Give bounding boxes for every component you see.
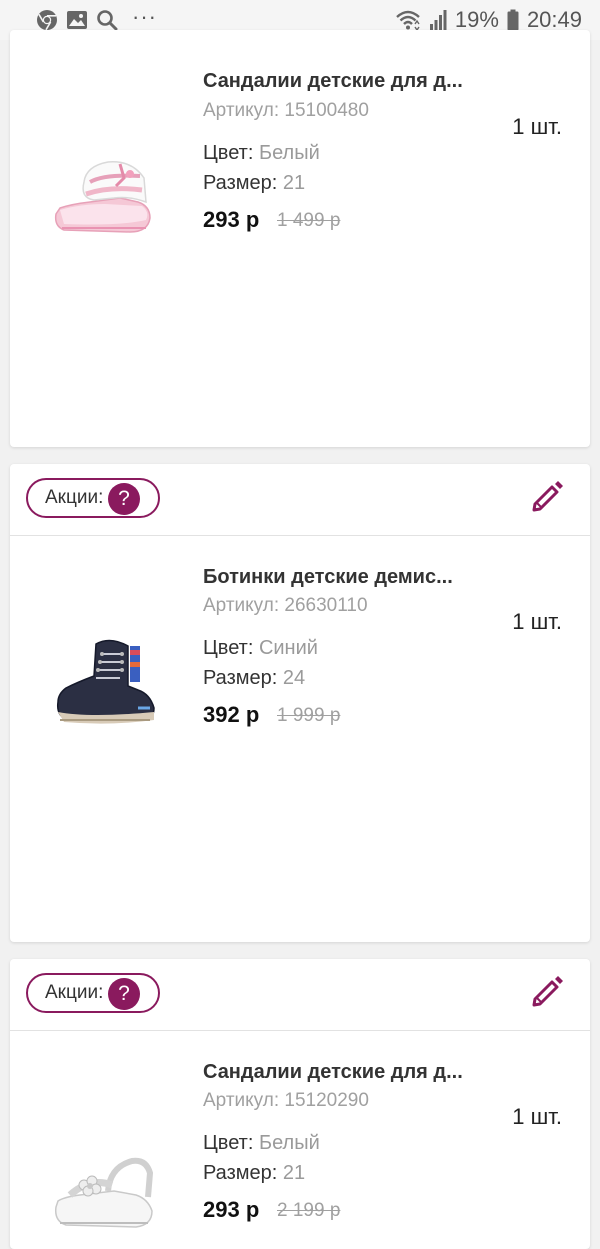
product-image[interactable] <box>50 152 160 262</box>
promo-label: Акции: <box>45 982 104 1003</box>
gallery-icon <box>66 9 88 31</box>
old-price: 1 999 р <box>277 705 341 726</box>
color-attr: Цвет: Синий <box>203 637 318 660</box>
sku-value: 26630110 <box>284 595 368 616</box>
cart-item-card: Акции: ? Сандалии детские для д... Артик… <box>10 959 590 1249</box>
help-icon[interactable]: ? <box>108 483 140 515</box>
help-icon[interactable]: ? <box>108 978 140 1010</box>
more-icon: ··· <box>132 4 157 29</box>
color-label: Цвет: <box>203 637 254 659</box>
wifi-icon <box>395 9 421 31</box>
sku-value: 15100480 <box>284 100 369 121</box>
size-value: 21 <box>282 172 306 194</box>
size-attr: Размер: 21 <box>203 172 305 195</box>
quantity[interactable]: 1 шт. <box>512 609 562 635</box>
color-value: Белый <box>258 1132 320 1154</box>
promo-button[interactable]: Акции: ? <box>26 973 160 1013</box>
sku-label: Артикул: <box>203 595 280 616</box>
size-label: Размер: <box>203 172 278 194</box>
size-label: Размер: <box>203 667 278 689</box>
card-header: Акции: ? <box>10 464 590 536</box>
quantity[interactable]: 1 шт. <box>512 114 562 140</box>
color-attr: Цвет: Белый <box>203 142 320 165</box>
promo-label: Акции: <box>45 487 104 508</box>
battery-icon <box>507 9 519 31</box>
size-attr: Размер: 21 <box>203 1162 305 1185</box>
signal-icon <box>429 9 447 31</box>
search-icon <box>96 9 118 31</box>
size-value: 24 <box>282 667 306 689</box>
product-image[interactable] <box>50 1147 160 1249</box>
cart-item-card: Акции: ? Ботинки детские демис... Артику… <box>10 464 590 942</box>
price: 392 р <box>203 702 260 727</box>
price: 293 р <box>203 1197 260 1222</box>
sku-label: Артикул: <box>203 100 280 121</box>
product-name[interactable]: Ботинки детские демис... <box>203 566 453 589</box>
old-price: 2 199 р <box>277 1200 341 1221</box>
color-label: Цвет: <box>203 142 254 164</box>
old-price: 1 499 р <box>277 210 341 231</box>
size-value: 21 <box>282 1162 306 1184</box>
sku: Артикул: 15100480 <box>203 100 369 122</box>
color-label: Цвет: <box>203 1132 254 1154</box>
sku: Артикул: 26630110 <box>203 595 368 617</box>
quantity[interactable]: 1 шт. <box>512 1104 562 1130</box>
sku-label: Артикул: <box>203 1090 280 1111</box>
size-attr: Размер: 24 <box>203 667 305 690</box>
sku-value: 15120290 <box>284 1090 369 1111</box>
color-value: Синий <box>258 637 318 659</box>
color-value: Белый <box>258 142 320 164</box>
chrome-icon <box>36 9 58 31</box>
price: 293 р <box>203 207 260 232</box>
sku: Артикул: 15120290 <box>203 1090 369 1112</box>
size-label: Размер: <box>203 1162 278 1184</box>
edit-icon[interactable] <box>530 478 566 519</box>
color-attr: Цвет: Белый <box>203 1132 320 1155</box>
product-name[interactable]: Сандалии детские для д... <box>203 70 463 93</box>
product-image[interactable] <box>50 632 160 742</box>
card-header: Акции: ? <box>10 959 590 1031</box>
edit-icon[interactable] <box>530 973 566 1014</box>
promo-button[interactable]: Акции: ? <box>26 478 160 518</box>
cart-item-card: Сандалии детские для д... Артикул: 15100… <box>10 30 590 447</box>
product-name[interactable]: Сандалии детские для д... <box>203 1061 463 1084</box>
